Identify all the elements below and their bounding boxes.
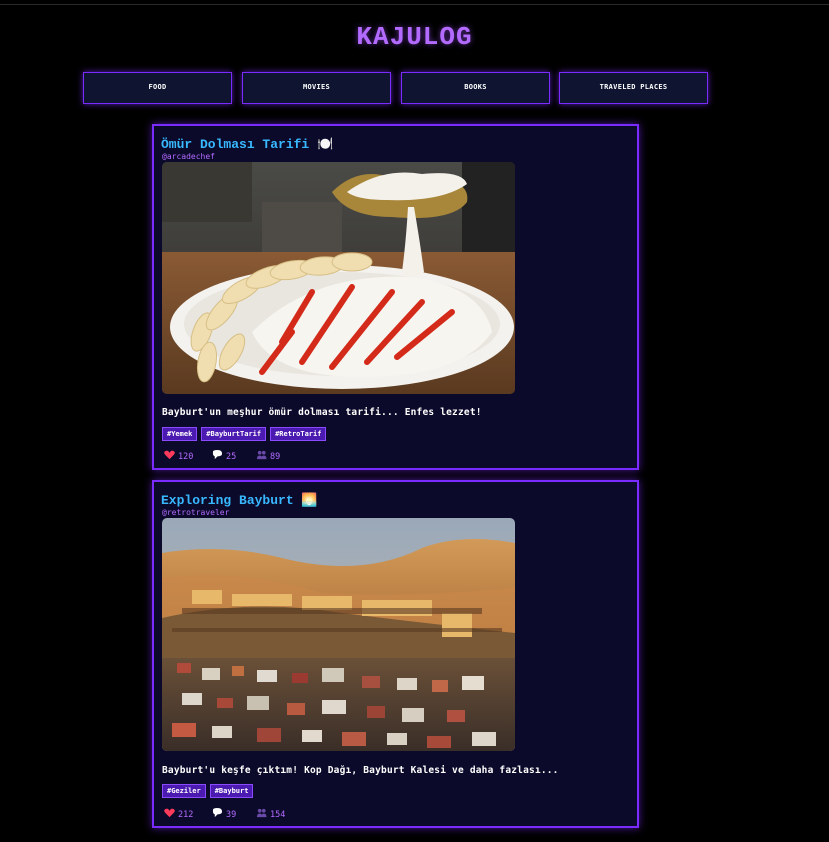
post-title[interactable]: Exploring Bayburt 🌅 (161, 493, 318, 508)
tag-chip[interactable]: #Yemek (162, 427, 198, 441)
tag-chip[interactable]: #Bayburt (209, 784, 254, 798)
comments-stat[interactable]: 25 (212, 450, 236, 462)
tag-chip[interactable]: #BayburtTarif (201, 427, 267, 441)
heart-icon (164, 450, 175, 460)
comment-icon (212, 808, 223, 818)
nav-traveled-places-button[interactable]: TRAVELED PLACES (559, 72, 708, 104)
views-stat: 89 (256, 450, 280, 462)
comments-stat[interactable]: 39 (212, 808, 236, 820)
nav-bar: FOOD MOVIES BOOKS TRAVELED PLACES (83, 72, 709, 104)
likes-count: 212 (178, 810, 194, 820)
post-image[interactable] (162, 162, 515, 394)
comments-count: 25 (226, 452, 237, 462)
food-photo-image (162, 162, 515, 394)
post-caption: Bayburt'u keşfe çıktım! Kop Dağı, Baybur… (162, 765, 559, 776)
views-stat: 154 (256, 808, 285, 820)
top-divider (0, 4, 829, 5)
views-count: 154 (270, 810, 286, 820)
nav-food-button[interactable]: FOOD (83, 72, 232, 104)
heart-icon (164, 808, 175, 818)
users-icon (256, 450, 267, 460)
tag-chip[interactable]: #RetroTarif (270, 427, 327, 441)
likes-count: 120 (178, 452, 194, 462)
views-count: 89 (270, 452, 281, 462)
post-tags: #Geziler #Bayburt (162, 784, 257, 798)
post-card: Ömür Dolması Tarifi 🍽️ @arcadechef Baybu… (152, 124, 639, 470)
likes-stat[interactable]: 120 (164, 450, 193, 462)
post-tags: #Yemek #BayburtTarif #RetroTarif (162, 427, 330, 441)
post-caption: Bayburt'un meşhur ömür dolması tarifi...… (162, 407, 482, 418)
post-title[interactable]: Ömür Dolması Tarifi 🍽️ (161, 137, 333, 152)
comments-count: 39 (226, 810, 237, 820)
comment-icon (212, 450, 223, 460)
likes-stat[interactable]: 212 (164, 808, 193, 820)
nav-books-button[interactable]: BOOKS (401, 72, 550, 104)
post-author[interactable]: @arcadechef (162, 152, 215, 161)
landscape-photo-image (162, 518, 515, 751)
post-card: Exploring Bayburt 🌅 @retrotraveler Baybu… (152, 480, 639, 828)
nav-movies-button[interactable]: MOVIES (242, 72, 391, 104)
post-image[interactable] (162, 518, 515, 751)
post-author[interactable]: @retrotraveler (162, 508, 229, 517)
users-icon (256, 808, 267, 818)
tag-chip[interactable]: #Geziler (162, 784, 206, 798)
site-title: KAJULOG (356, 22, 473, 52)
